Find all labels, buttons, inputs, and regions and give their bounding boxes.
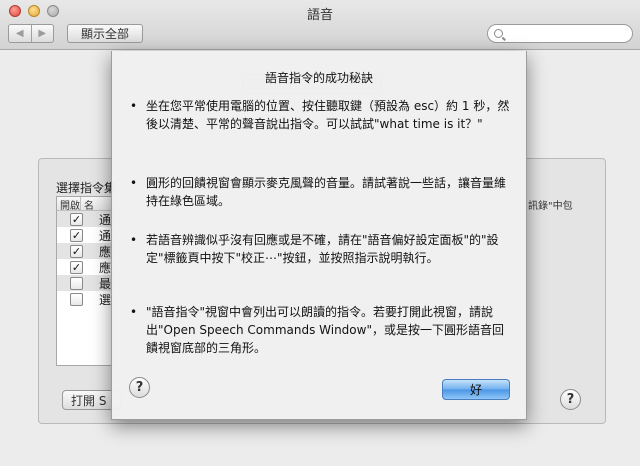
list-header: 開啟 名: [57, 197, 113, 212]
back-forward-control: ◀ ▶: [8, 24, 54, 43]
enable-checkbox[interactable]: ✓: [70, 260, 83, 274]
enable-checkbox[interactable]: [70, 276, 83, 290]
tip-text: 圓形的回饋視窗會顯示麥克風聲的音量。請試著說一些話，讓音量維持在綠色區域。: [146, 176, 507, 208]
list-item-label: 通: [99, 212, 112, 227]
ok-button[interactable]: 好: [442, 379, 510, 400]
sheet-title: 語音指令的成功秘訣: [264, 71, 373, 85]
bullet-icon: •: [130, 233, 138, 247]
title-bar: 語音 ◀ ▶ 顯示全部: [0, 0, 640, 50]
search-field[interactable]: [487, 24, 633, 43]
list-item-label: 應: [99, 244, 112, 259]
bullet-icon: •: [130, 305, 138, 319]
enable-checkbox[interactable]: [70, 292, 83, 306]
search-icon: [494, 29, 503, 38]
column-header-enabled[interactable]: 開啟: [57, 197, 80, 212]
show-all-button[interactable]: 顯示全部: [67, 24, 143, 43]
command-set-description: 訊錄"中包: [528, 201, 573, 212]
enable-checkbox[interactable]: ✓: [70, 228, 83, 242]
command-set-label: 選擇指令集: [56, 181, 117, 195]
column-header-name[interactable]: 名: [80, 197, 94, 212]
tip-item: • "語音指令"視窗中會列出可以朗讀的指令。若要打開此視窗，請說出"Open S…: [130, 303, 510, 357]
pane-help-button[interactable]: ?: [560, 389, 581, 410]
forward-button[interactable]: ▶: [30, 25, 54, 42]
tip-text: "語音指令"視窗中會列出可以朗讀的指令。若要打開此視窗，請說出"Open Spe…: [146, 305, 504, 355]
tip-item: • 坐在您平常使用電腦的位置、按住聽取鍵（預設為 esc）約 1 秒，然後以清楚…: [130, 97, 510, 133]
list-item[interactable]: ✓ 通: [57, 211, 113, 227]
tip-text: 若語音辨識似乎沒有回應或是不確，請在"語音偏好設定面板"的"設定"標籤頁中按下"…: [146, 233, 499, 265]
window-title: 語音: [306, 8, 333, 23]
back-button[interactable]: ◀: [9, 25, 31, 42]
tips-sheet: 語音指令的成功秘訣 • 坐在您平常使用電腦的位置、按住聽取鍵（預設為 esc）約…: [111, 51, 527, 420]
tip-item: • 若語音辨識似乎沒有回應或是不確，請在"語音偏好設定面板"的"設定"標籤頁中按…: [130, 231, 510, 267]
list-item[interactable]: 選: [57, 291, 113, 307]
list-item[interactable]: ✓ 應: [57, 259, 113, 275]
help-button[interactable]: ?: [129, 377, 150, 398]
enable-checkbox[interactable]: ✓: [70, 212, 83, 226]
list-item[interactable]: ✓ 通: [57, 227, 113, 243]
bullet-icon: •: [130, 99, 138, 113]
tip-item: • 圓形的回饋視窗會顯示麥克風聲的音量。請試著說一些話，讓音量維持在綠色區域。: [130, 174, 510, 210]
list-item-label: 應: [99, 260, 112, 275]
bullet-icon: •: [130, 176, 138, 190]
tip-text: 坐在您平常使用電腦的位置、按住聽取鍵（預設為 esc）約 1 秒，然後以清楚、平…: [146, 99, 510, 131]
list-item[interactable]: ✓ 應: [57, 243, 113, 259]
list-item-label: 通: [99, 228, 112, 243]
command-set-list[interactable]: 開啟 名 ✓ 通 ✓ 通 ✓ 應 ✓ 應 最 選: [56, 196, 114, 366]
list-item-label: 最: [99, 276, 112, 291]
enable-checkbox[interactable]: ✓: [70, 244, 83, 258]
list-item[interactable]: 最: [57, 275, 113, 291]
list-item-label: 選: [99, 292, 112, 307]
